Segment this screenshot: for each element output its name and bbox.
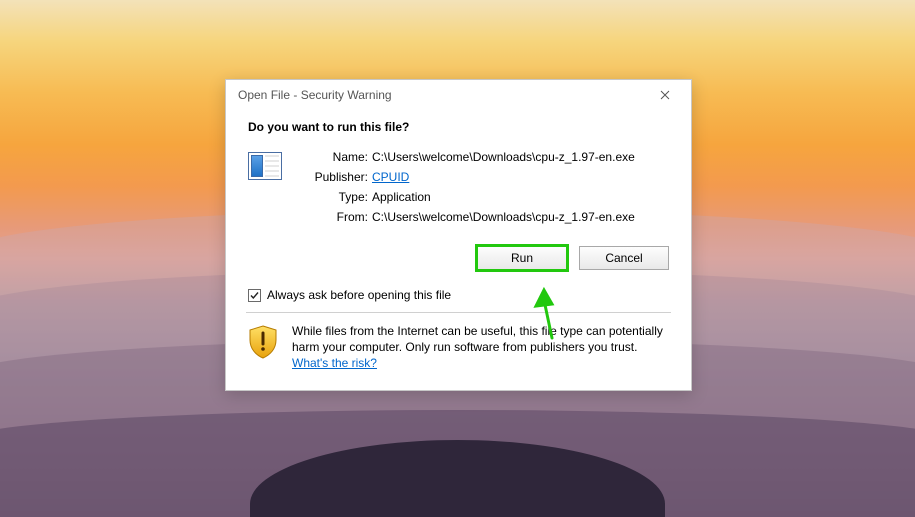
dialog-prompt: Do you want to run this file? (248, 120, 671, 134)
file-metadata: Name: C:\Users\welcome\Downloads\cpu-z_1… (302, 148, 635, 224)
desktop-wallpaper: Open File - Security Warning Do you want… (0, 0, 915, 517)
close-icon (660, 90, 670, 100)
cancel-button[interactable]: Cancel (579, 246, 669, 270)
always-ask-checkbox[interactable] (248, 289, 261, 302)
whats-the-risk-link[interactable]: What's the risk? (292, 356, 377, 370)
type-value: Application (372, 190, 635, 204)
checkmark-icon (249, 290, 260, 301)
publisher-link[interactable]: CPUID (372, 170, 409, 184)
dialog-titlebar[interactable]: Open File - Security Warning (226, 80, 691, 110)
from-label: From: (302, 210, 372, 224)
close-button[interactable] (645, 81, 685, 109)
name-value: C:\Users\welcome\Downloads\cpu-z_1.97-en… (372, 150, 635, 164)
warning-body: While files from the Internet can be use… (292, 324, 663, 354)
always-ask-row[interactable]: Always ask before opening this file (248, 288, 671, 302)
application-icon (248, 152, 282, 180)
warning-text: While files from the Internet can be use… (292, 323, 671, 372)
type-label: Type: (302, 190, 372, 204)
always-ask-label: Always ask before opening this file (267, 288, 451, 302)
name-label: Name: (302, 150, 372, 164)
warning-shield-icon (248, 325, 278, 359)
security-warning-dialog: Open File - Security Warning Do you want… (225, 79, 692, 391)
divider (246, 312, 671, 313)
publisher-label: Publisher: (302, 170, 372, 184)
run-button[interactable]: Run (477, 246, 567, 270)
from-value: C:\Users\welcome\Downloads\cpu-z_1.97-en… (372, 210, 635, 224)
publisher-value: CPUID (372, 170, 635, 184)
dialog-title: Open File - Security Warning (238, 88, 645, 102)
